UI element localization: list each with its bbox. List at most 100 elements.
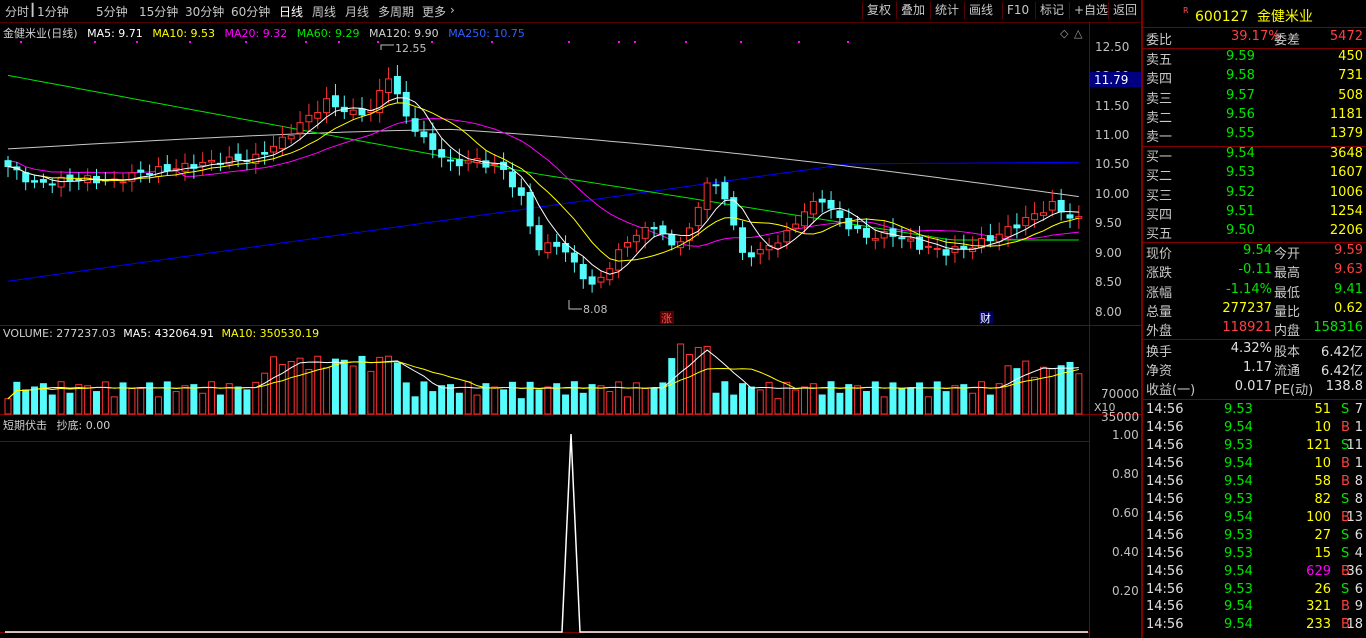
candle-body <box>1075 216 1083 219</box>
ask-volume: 450 <box>1338 49 1363 64</box>
tick-volume: 10 <box>1314 455 1331 471</box>
indicator-legend: 短期伏击 抄底: 0.00 <box>3 417 110 433</box>
candle-body <box>783 230 791 243</box>
candle-body <box>154 166 162 177</box>
stat-label: 收益(一) <box>1146 383 1196 398</box>
event-dot <box>305 41 307 43</box>
legend-ma60: MA60: 9.29 <box>296 27 360 40</box>
price-tick: 10.00 <box>1095 187 1129 201</box>
volume-bar <box>358 355 366 415</box>
stat-label: 最高 <box>1274 266 1301 282</box>
event-dot <box>94 41 96 43</box>
tick-side: S <box>1341 581 1350 597</box>
legend-ma250: MA250: 10.75 <box>448 27 525 40</box>
tick-time: 14:56 <box>1146 419 1184 435</box>
volume-bar <box>455 392 463 415</box>
bid-label: 买四 <box>1146 207 1173 223</box>
volume-bar <box>172 391 180 415</box>
stat-row: 涨幅 -1.14% 最低 9.41 <box>1146 282 1366 301</box>
candle-body <box>385 78 393 93</box>
tick-side: B <box>1341 455 1350 471</box>
volume-bar <box>411 396 419 415</box>
candle-body <box>933 247 941 250</box>
candle-body <box>553 241 561 247</box>
candle-body <box>774 242 782 249</box>
stat-value: 118921 <box>1222 320 1272 336</box>
weibi-row: 委比 39.17% 委差 5472 <box>1146 29 1363 48</box>
volume-bar <box>31 386 39 415</box>
kline-chart-area[interactable]: 12.55 8.08 涨 财 12.50 12.00 11.50 11.00 1… <box>0 0 1141 638</box>
candle-body <box>526 192 534 227</box>
bid-row: 买一 9.54 3648 <box>1146 146 1366 165</box>
candle-body <box>907 238 915 242</box>
candle-body <box>146 173 154 176</box>
volume-bar <box>570 381 578 415</box>
candle-body <box>48 183 56 186</box>
stat-row: 涨跌 -0.11 最高 9.63 <box>1146 262 1366 281</box>
stock-header: R 600127 金健米业 <box>1183 6 1313 26</box>
indicator-line <box>5 433 1088 633</box>
tick-price: 9.54 <box>1224 419 1253 435</box>
event-dot <box>431 41 433 43</box>
stat-value: -0.11 <box>1238 262 1272 278</box>
bid-price: 9.51 <box>1226 203 1255 219</box>
volume-bar <box>93 391 100 415</box>
tick-time: 14:56 <box>1146 545 1184 561</box>
candle-body <box>1031 213 1039 221</box>
volume-bar <box>774 398 782 415</box>
tick-count: 1 <box>1354 419 1363 435</box>
price-tick: 11.50 <box>1095 99 1129 113</box>
tick-count: 9 <box>1354 599 1363 615</box>
stat-label: 股本 <box>1274 345 1301 360</box>
diamond-icon[interactable]: ◇ <box>1060 27 1069 40</box>
candle-body <box>31 180 39 183</box>
tick-row: 14:56 9.54 10 B 1 <box>1146 456 1366 475</box>
volume-bar <box>420 381 428 415</box>
event-dot <box>847 41 849 43</box>
volume-bar <box>986 394 994 415</box>
volume-bar <box>898 387 906 415</box>
volume-bar <box>606 391 614 415</box>
legend-ma10: MA10: 9.53 <box>152 27 216 40</box>
tick-time: 14:56 <box>1146 509 1184 525</box>
candle-body <box>491 163 499 166</box>
legend-vol-ma10: MA10: 350530.19 <box>221 327 320 340</box>
ma-path <box>7 74 1079 241</box>
bid-row: 买三 9.52 1006 <box>1146 185 1366 204</box>
candle-body <box>349 109 357 115</box>
candle-body <box>924 245 932 248</box>
tick-volume: 15 <box>1314 545 1331 561</box>
stat-label: PE(动) <box>1274 383 1314 398</box>
candle-body <box>305 114 313 123</box>
tick-price: 9.54 <box>1224 455 1253 471</box>
stat-label: 流通 <box>1274 364 1301 379</box>
candle-body <box>898 237 906 240</box>
candle-body <box>323 98 331 114</box>
price-tick: 10.50 <box>1095 157 1129 171</box>
tick-volume: 321 <box>1306 599 1331 615</box>
stat-value: 158316 <box>1313 320 1363 336</box>
candle-body <box>739 227 747 253</box>
candle-body <box>464 160 472 164</box>
tick-volume: 82 <box>1314 491 1331 507</box>
ma-path <box>7 118 1079 247</box>
volume-bar <box>845 384 853 415</box>
candle-body <box>500 161 508 170</box>
tick-price: 9.53 <box>1224 545 1253 561</box>
candle-body <box>862 227 870 238</box>
volume-bar <box>1075 373 1083 415</box>
stat-row: 净资 1.17 流通 6.42亿 <box>1146 360 1366 379</box>
tick-volume: 233 <box>1306 617 1331 633</box>
candle-body <box>801 211 808 227</box>
up-arrow-icon[interactable]: △ <box>1074 27 1083 40</box>
candle-body <box>570 252 578 263</box>
stat-label: 最低 <box>1274 285 1301 301</box>
volume-bar <box>1004 365 1012 415</box>
event-dot <box>618 41 620 43</box>
stat-value: 138.8 <box>1325 379 1363 394</box>
volume-bar <box>84 385 92 415</box>
tick-volume: 629 <box>1306 563 1331 579</box>
price-tick: 9.00 <box>1095 246 1122 260</box>
volume-bar <box>1039 366 1047 415</box>
tick-time: 14:56 <box>1146 581 1184 597</box>
